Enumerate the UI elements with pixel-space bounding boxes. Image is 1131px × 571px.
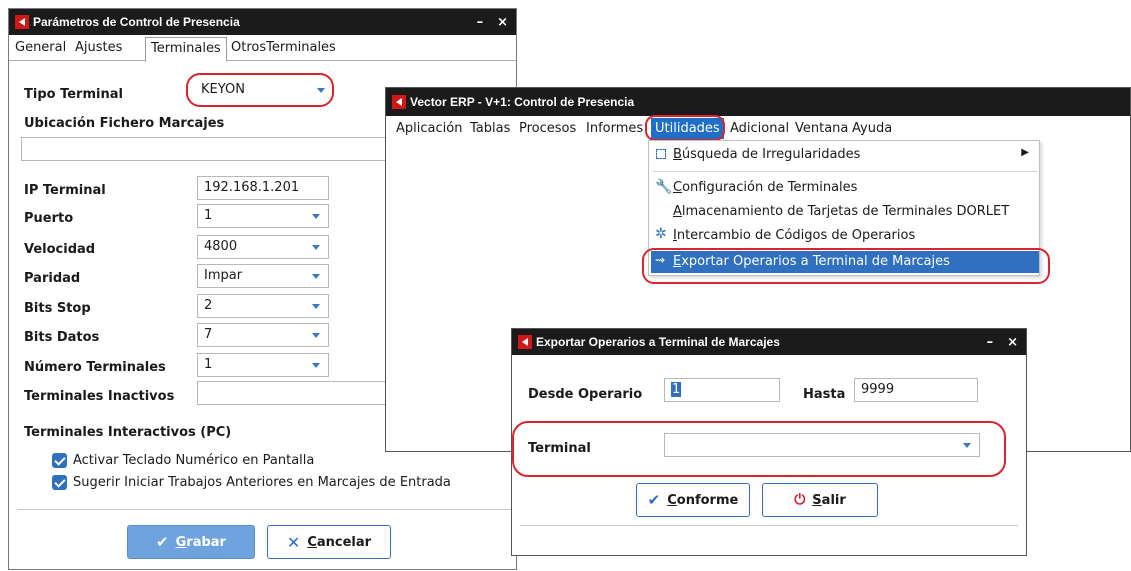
app-logo-icon [392,95,406,109]
close-button[interactable]: × [1007,335,1018,350]
check-icon: ✔ [156,533,169,551]
menu-adicional[interactable]: Adicional [730,121,789,136]
ip-label: IP Terminal [24,183,106,198]
menu-utilidades[interactable]: Utilidades [651,118,724,139]
chevron-down-icon [312,274,320,279]
chevron-down-icon [312,363,320,368]
teclado-numerico-label: Activar Teclado Numérico en Pantalla [73,453,315,468]
puerto-select[interactable]: 1 [197,204,329,228]
tab-general[interactable]: General [15,40,66,55]
dropdown-item-exportar[interactable]: ⇝ Exportar Operarios a Terminal de Marca… [651,251,1039,273]
sugerir-trabajos-checkbox[interactable]: Sugerir Iniciar Trabajos Anteriores en M… [52,475,451,490]
erp-titlebar: Vector ERP - V+1: Control de Presencia [386,88,1130,116]
bits-datos-label: Bits Datos [24,330,100,345]
bits-stop-label: Bits Stop [24,301,91,316]
params-titlebar: Parámetros de Control de Presencia – × [9,9,516,35]
terminal-label: Terminal [528,441,591,456]
menu-informes[interactable]: Informes [586,121,643,136]
terminales-inactivos-label: Terminales Inactivos [24,389,175,404]
teclado-numerico-checkbox[interactable]: Activar Teclado Numérico en Pantalla [52,453,314,468]
export-separator [520,525,1018,526]
chevron-down-icon [312,214,320,219]
numero-terminales-select[interactable]: 1 [197,353,329,377]
export-icon: ⇝ [655,253,666,267]
bits-datos-select[interactable]: 7 [197,323,329,347]
chevron-down-icon [312,333,320,338]
gear-icon: ✲ [655,226,667,242]
salir-button[interactable]: ⏻ Salir [762,483,878,517]
export-title: Exportar Operarios a Terminal de Marcaje… [536,335,780,349]
numero-terminales-label: Número Terminales [24,360,166,375]
tipo-terminal-label: Tipo Terminal [24,87,123,102]
velocidad-select[interactable]: 4800 [197,235,329,259]
export-window: Exportar Operarios a Terminal de Marcaje… [511,328,1027,556]
tab-terminales[interactable]: Terminales [145,37,227,62]
chevron-down-icon [963,443,971,448]
check-icon: ✔ [647,491,661,509]
params-separator [17,509,511,510]
checkbox-checked-icon [52,453,67,468]
paridad-select[interactable]: Impar [197,264,329,288]
minimize-button[interactable]: – [477,15,484,30]
paridad-label: Paridad [24,271,81,286]
close-button[interactable]: × [497,15,508,30]
app-logo-icon [15,15,29,29]
tab-strip: General Ajustes Terminales OtrosTerminal… [9,37,516,62]
dropdown-item-almacenamiento[interactable]: Almacenamiento de Tarjetas de Terminales… [653,203,1037,223]
dropdown-separator [653,171,1037,172]
tab-otros-terminales[interactable]: OtrosTerminales [231,40,336,55]
velocidad-label: Velocidad [24,242,96,257]
cancelar-button[interactable]: ✕ Cancelar [267,525,391,559]
bits-stop-select[interactable]: 2 [197,294,329,318]
sugerir-trabajos-label: Sugerir Iniciar Trabajos Anteriores en M… [73,475,451,490]
terminales-inactivos-input[interactable] [197,381,397,405]
menu-tablas[interactable]: Tablas [470,121,510,136]
minimize-button[interactable]: – [987,335,994,350]
submenu-arrow-icon: ▶ [1021,147,1029,158]
export-titlebar: Exportar Operarios a Terminal de Marcaje… [512,329,1026,355]
menu-ventana[interactable]: Ventana [795,121,848,136]
desde-operario-label: Desde Operario [528,387,643,402]
ip-input[interactable]: 192.168.1.201 [197,176,329,200]
power-icon: ⏻ [794,492,806,508]
hasta-input[interactable]: 9999 [854,378,978,402]
params-title: Parámetros de Control de Presencia [33,15,240,29]
frame-icon [656,149,666,159]
grabar-button[interactable]: ✔ Grabar [127,525,255,559]
dropdown-item-intercambio[interactable]: ✲ Intercambio de Códigos de Operarios [653,226,1037,247]
conforme-button[interactable]: ✔ Conforme [636,483,750,517]
menu-aplicacion[interactable]: Aplicación [396,121,462,136]
desde-operario-input[interactable]: 1 [664,378,780,402]
hasta-label: Hasta [803,387,846,402]
terminal-select[interactable] [664,433,980,457]
dropdown-item-busqueda[interactable]: Búsqueda de Irregularidades ▶ [653,146,1037,166]
chevron-down-icon [312,304,320,309]
puerto-label: Puerto [24,211,74,226]
chevron-down-icon [312,245,320,250]
erp-title: Vector ERP - V+1: Control de Presencia [410,95,635,109]
wrench-icon: 🔧 [655,179,673,195]
checkbox-checked-icon [52,475,67,490]
close-x-icon: ✕ [286,532,301,552]
utilidades-dropdown: Búsqueda de Irregularidades ▶ 🔧 Configur… [648,140,1040,276]
ubicacion-label: Ubicación Fichero Marcajes [24,116,225,131]
erp-menubar: Aplicación Tablas Procesos Informes Util… [386,118,1130,140]
chevron-down-icon [317,88,325,93]
menu-procesos[interactable]: Procesos [519,121,576,136]
tab-ajustes[interactable]: Ajustes [75,40,122,55]
interactivos-label: Terminales Interactivos (PC) [24,425,232,440]
tipo-terminal-select[interactable]: KEYON [195,79,333,103]
dropdown-item-configuracion[interactable]: 🔧 Configuración de Terminales [653,179,1037,199]
menu-ayuda[interactable]: Ayuda [852,121,892,136]
app-logo-icon [518,335,532,349]
